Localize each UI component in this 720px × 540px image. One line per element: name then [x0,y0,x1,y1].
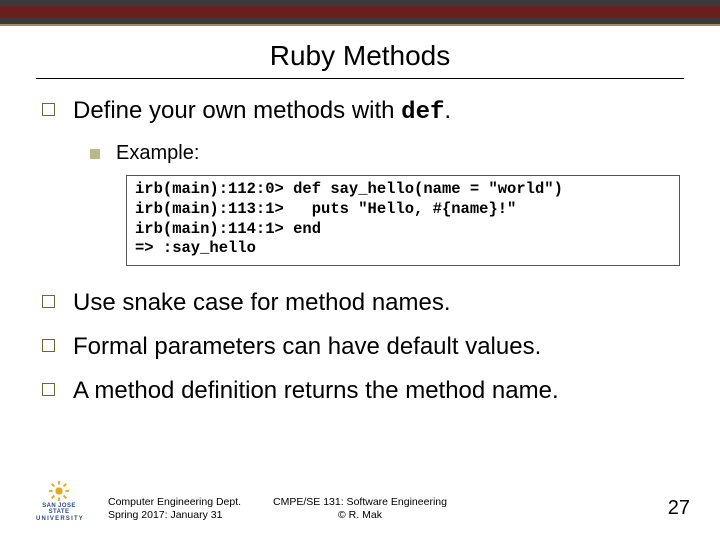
decorative-top-stripe [0,0,720,28]
subbullet-box-icon [90,149,100,159]
bullet-text: Use snake case for method names. [73,288,451,318]
slide-body: Define your own methods with def. Exampl… [42,96,682,420]
bullet-box-icon [42,339,55,352]
footer-copyright: © R. Mak [0,509,720,522]
bullet-text: A method definition returns the method n… [73,376,559,406]
bullet-text: Define your own methods with def. [73,96,451,128]
subbullet-text: Example: [116,142,199,165]
bullet-define: Define your own methods with def. [42,96,682,128]
bullet-box-icon [42,383,55,396]
bullet-box-icon [42,103,55,116]
slide-title: Ruby Methods [0,40,720,72]
page-number: 27 [668,497,690,520]
bullet-snake-case: Use snake case for method names. [42,288,682,318]
bullet-box-icon [42,295,55,308]
inline-code-def: def [401,99,444,126]
footer-center: CMPE/SE 131: Software Engineering © R. M… [0,496,720,522]
footer-course: CMPE/SE 131: Software Engineering [0,496,720,509]
slide-footer: SAN JOSE STATE UNIVERSITY Computer Engin… [0,480,720,530]
code-block: irb(main):112:0> def say_hello(name = "w… [126,175,680,266]
bullet-returns-name: A method definition returns the method n… [42,376,682,406]
bullet-default-values: Formal parameters can have default value… [42,332,682,362]
subbullet-example: Example: [90,142,682,165]
bullet-text: Formal parameters can have default value… [73,332,541,362]
title-underline [36,78,684,79]
